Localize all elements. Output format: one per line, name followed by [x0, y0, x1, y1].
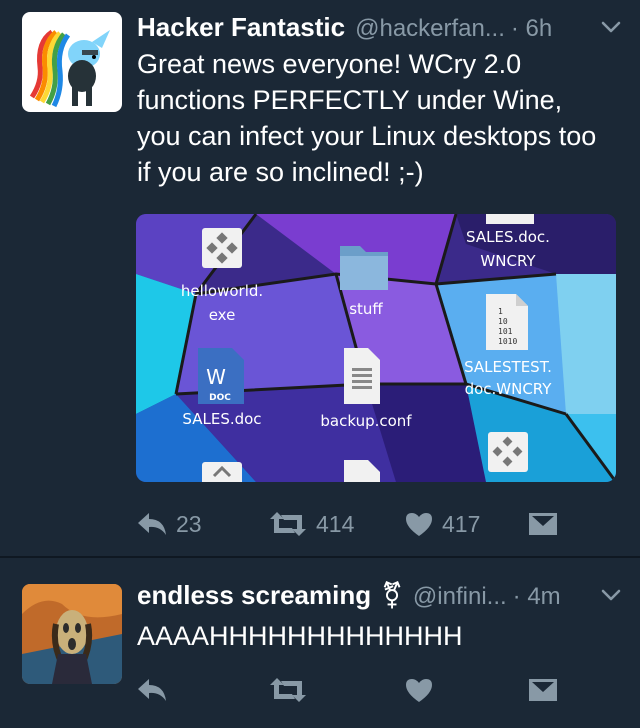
svg-text:1010: 1010 — [498, 337, 517, 346]
tweet-header: endless screaming ⚧ @infini... · 4m — [137, 580, 622, 616]
svg-text:backup.conf: backup.conf — [320, 412, 412, 430]
reply-icon — [136, 677, 168, 703]
tweet[interactable]: endless screaming ⚧ @infini... · 4m AAAA… — [0, 560, 640, 728]
transgender-symbol-icon: ⚧ — [381, 580, 403, 610]
like-icon — [404, 677, 434, 703]
svg-text:doc.WNCRY: doc.WNCRY — [465, 380, 553, 398]
tweet[interactable]: Hacker Fantastic @hackerfan... · 6h Grea… — [0, 0, 640, 558]
folder-icon — [340, 246, 388, 290]
handle[interactable]: @hackerfan... — [355, 15, 505, 43]
svg-text:stuff: stuff — [349, 300, 383, 318]
reply-button[interactable] — [136, 670, 168, 710]
binary-file-icon: 1 10 101 1010 — [486, 294, 528, 350]
svg-text:101: 101 — [498, 327, 513, 336]
svg-text:W: W — [206, 365, 226, 389]
tweet-actions — [136, 670, 576, 710]
svg-text:SALES.doc: SALES.doc — [182, 410, 261, 428]
reply-icon — [136, 511, 168, 537]
svg-text:1: 1 — [498, 307, 503, 316]
tweet-header: Hacker Fantastic @hackerfan... · 6h — [137, 12, 622, 48]
dm-icon — [528, 511, 558, 537]
dm-icon — [528, 677, 558, 703]
reply-button[interactable]: 23 — [136, 504, 202, 544]
like-icon — [404, 511, 434, 537]
handle[interactable]: @infini... — [413, 583, 507, 611]
svg-text:DOC: DOC — [209, 393, 231, 403]
retweet-button[interactable] — [268, 670, 308, 710]
tweet-text: AAAAHHHHHHHHHHHHH — [137, 621, 463, 651]
reply-count: 23 — [176, 510, 202, 537]
display-name[interactable]: Hacker Fantastic — [137, 12, 345, 43]
retweet-icon — [268, 677, 308, 703]
timestamp[interactable]: · 6h — [511, 15, 552, 43]
display-name[interactable]: endless screaming — [137, 580, 371, 611]
svg-text:SALESTEST.: SALESTEST. — [464, 358, 552, 376]
svg-text:10: 10 — [498, 317, 508, 326]
chevron-down-icon[interactable] — [600, 584, 622, 611]
avatar[interactable] — [22, 12, 122, 112]
avatar[interactable] — [22, 584, 122, 684]
svg-text:helloworld.: helloworld. — [181, 282, 263, 300]
like-count: 417 — [442, 510, 481, 537]
retweet-icon — [268, 511, 308, 537]
retweet-button[interactable]: 414 — [268, 504, 354, 544]
tweet-text: Great news everyone! WCry 2.0 functions … — [137, 49, 597, 187]
file-icon-exe — [202, 228, 242, 268]
timestamp[interactable]: · 4m — [513, 583, 561, 611]
svg-text:WNCRY: WNCRY — [480, 252, 536, 270]
tweet-actions: 23 414 417 — [136, 504, 576, 544]
text-file-icon — [344, 348, 380, 404]
dm-button[interactable] — [528, 670, 558, 710]
svg-text:exe: exe — [209, 306, 236, 324]
like-button[interactable] — [404, 670, 434, 710]
chevron-down-icon[interactable] — [600, 16, 622, 43]
file-icon-exe-2 — [488, 432, 528, 472]
dm-button[interactable] — [528, 504, 558, 544]
svg-text:SALES.doc.: SALES.doc. — [466, 228, 550, 246]
word-document-icon: W DOC — [198, 348, 244, 404]
tweet-media-image[interactable]: helloworld. exe stuff SALES.doc. WNCRY 1… — [136, 214, 616, 482]
retweet-count: 414 — [316, 510, 355, 537]
like-button[interactable]: 417 — [404, 504, 480, 544]
